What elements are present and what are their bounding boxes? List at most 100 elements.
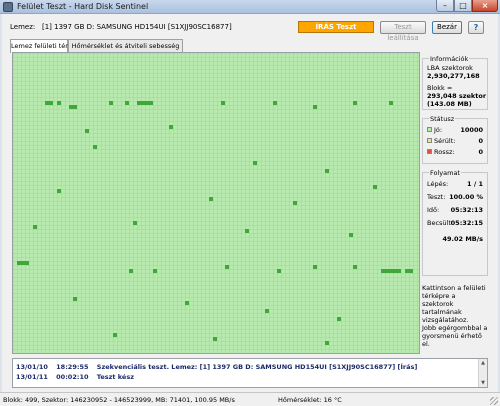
map-block-highlight[interactable] (33, 225, 37, 229)
map-block-highlight[interactable] (153, 269, 157, 273)
map-block-highlight[interactable] (69, 105, 73, 109)
step-value: 1 / 1 (467, 180, 483, 188)
map-block-highlight[interactable] (353, 101, 357, 105)
map-block-highlight[interactable] (137, 101, 141, 105)
status-box: Státusz Jó: 10000 Sérült: 0 Rossz: 0 (422, 115, 488, 164)
map-block-highlight[interactable] (93, 145, 97, 149)
lba-label: LBA szektorok (427, 64, 473, 72)
map-block-highlight[interactable] (265, 309, 269, 313)
map-block-highlight[interactable] (25, 261, 29, 265)
hint-right-click: Jobb egérgombbal a gyorsmenü érhető el. (422, 324, 488, 348)
tab-temperature-speed[interactable]: Hőmérséklet és átviteli sebesség (68, 39, 183, 52)
map-block-highlight[interactable] (389, 101, 393, 105)
disk-label: Lemez: (10, 23, 36, 31)
map-block-highlight[interactable] (113, 333, 117, 337)
time-label: Idő: (427, 206, 440, 214)
block-label: Blokk = (427, 84, 453, 92)
minimize-button[interactable]: – (436, 0, 454, 12)
bad-value: 0 (478, 148, 483, 156)
bad-legend-icon (427, 149, 432, 154)
tab-surface-map[interactable]: Lemez felületi térkép (10, 39, 80, 53)
step-label: Lépés: (427, 180, 449, 188)
map-block-highlight[interactable] (17, 261, 21, 265)
map-block-highlight[interactable] (221, 101, 225, 105)
map-block-highlight[interactable] (373, 185, 377, 189)
temperature-status: Hőmérséklet: 16 °C (278, 396, 342, 404)
block-size: (143.08 MB) (427, 100, 472, 108)
log-text: Teszt kész (96, 373, 134, 381)
map-block-highlight[interactable] (109, 101, 113, 105)
test-label: Teszt: (427, 193, 446, 201)
resize-grip-icon[interactable] (490, 397, 498, 405)
map-block-highlight[interactable] (277, 269, 281, 273)
map-block-highlight[interactable] (57, 101, 61, 105)
info-box: Információk LBA szektorok 2,930,277,168 … (422, 55, 488, 110)
map-block-highlight[interactable] (349, 233, 353, 237)
map-block-highlight[interactable] (49, 101, 53, 105)
test-status-badge: ÍRÁS Teszt (298, 21, 374, 33)
map-block-highlight[interactable] (273, 101, 277, 105)
map-block-highlight[interactable] (73, 297, 77, 301)
scroll-up-icon[interactable]: ▲ (480, 360, 486, 366)
map-block-highlight[interactable] (45, 101, 49, 105)
scroll-down-icon[interactable]: ▼ (480, 380, 486, 386)
map-block-highlight[interactable] (385, 269, 389, 273)
block-info-status: Blokk: 499, Szektor: 146230952 - 1465239… (3, 396, 235, 404)
estimated-value: 05:32:15 (450, 219, 483, 227)
time-value: 05:32:13 (450, 206, 483, 214)
map-block-highlight[interactable] (405, 269, 409, 273)
title-bar: Felület Teszt - Hard Disk Sentinel – □ × (0, 0, 500, 14)
map-block-highlight[interactable] (393, 269, 397, 273)
good-label: Jó: (434, 126, 443, 134)
surface-map-grid[interactable] (13, 53, 419, 353)
main-client: Lemez: [1] 1397 GB D: SAMSUNG HD154UI [S… (2, 14, 498, 392)
map-block-highlight[interactable] (353, 265, 357, 269)
map-block-highlight[interactable] (325, 341, 329, 345)
map-block-highlight[interactable] (313, 105, 317, 109)
map-block-highlight[interactable] (325, 169, 329, 173)
map-block-highlight[interactable] (397, 269, 401, 273)
map-block-highlight[interactable] (389, 269, 393, 273)
map-block-highlight[interactable] (21, 261, 25, 265)
map-block-highlight[interactable] (253, 161, 257, 165)
log-date: 13/01/11 (16, 373, 48, 381)
disk-row: Lemez: [1] 1397 GB D: SAMSUNG HD154UI [S… (2, 14, 498, 42)
info-title: Információk (429, 55, 470, 63)
lba-value: 2,930,277,168 (427, 72, 480, 80)
map-block-highlight[interactable] (185, 301, 189, 305)
window-close-button[interactable]: × (472, 0, 498, 12)
map-block-highlight[interactable] (293, 201, 297, 205)
map-block-highlight[interactable] (125, 101, 129, 105)
map-block-highlight[interactable] (225, 265, 229, 269)
map-block-highlight[interactable] (149, 101, 153, 105)
log-scrollbar[interactable]: ▲ ▼ (478, 359, 487, 387)
estimated-label: Becsült: (427, 219, 454, 227)
log-line: 13/01/10 18:29:55 Szekvenciális teszt. L… (16, 363, 417, 371)
map-block-highlight[interactable] (145, 101, 149, 105)
map-block-highlight[interactable] (129, 269, 133, 273)
help-icon[interactable]: ? (468, 21, 484, 34)
status-title: Státusz (429, 115, 456, 123)
speed-value: 49.02 MB/s (442, 235, 484, 243)
map-block-highlight[interactable] (141, 101, 145, 105)
map-block-highlight[interactable] (209, 197, 213, 201)
map-block-highlight[interactable] (85, 129, 89, 133)
map-block-highlight[interactable] (169, 125, 173, 129)
damaged-legend-icon (427, 138, 432, 143)
block-value: 293,048 szektor (427, 92, 487, 100)
surface-map[interactable] (12, 52, 420, 354)
map-block-highlight[interactable] (245, 229, 249, 233)
good-legend-icon (427, 127, 432, 132)
map-block-highlight[interactable] (57, 189, 61, 193)
map-block-highlight[interactable] (213, 337, 217, 341)
map-block-highlight[interactable] (313, 265, 317, 269)
close-button[interactable]: Bezár (432, 21, 462, 34)
map-block-highlight[interactable] (73, 105, 77, 109)
maximize-button[interactable]: □ (454, 0, 472, 12)
event-log[interactable]: 13/01/10 18:29:55 Szekvenciális teszt. L… (12, 358, 488, 388)
map-block-highlight[interactable] (409, 269, 413, 273)
stop-test-button[interactable]: Teszt leállítása (380, 21, 426, 42)
map-block-highlight[interactable] (381, 269, 385, 273)
map-block-highlight[interactable] (133, 221, 137, 225)
map-block-highlight[interactable] (337, 317, 341, 321)
